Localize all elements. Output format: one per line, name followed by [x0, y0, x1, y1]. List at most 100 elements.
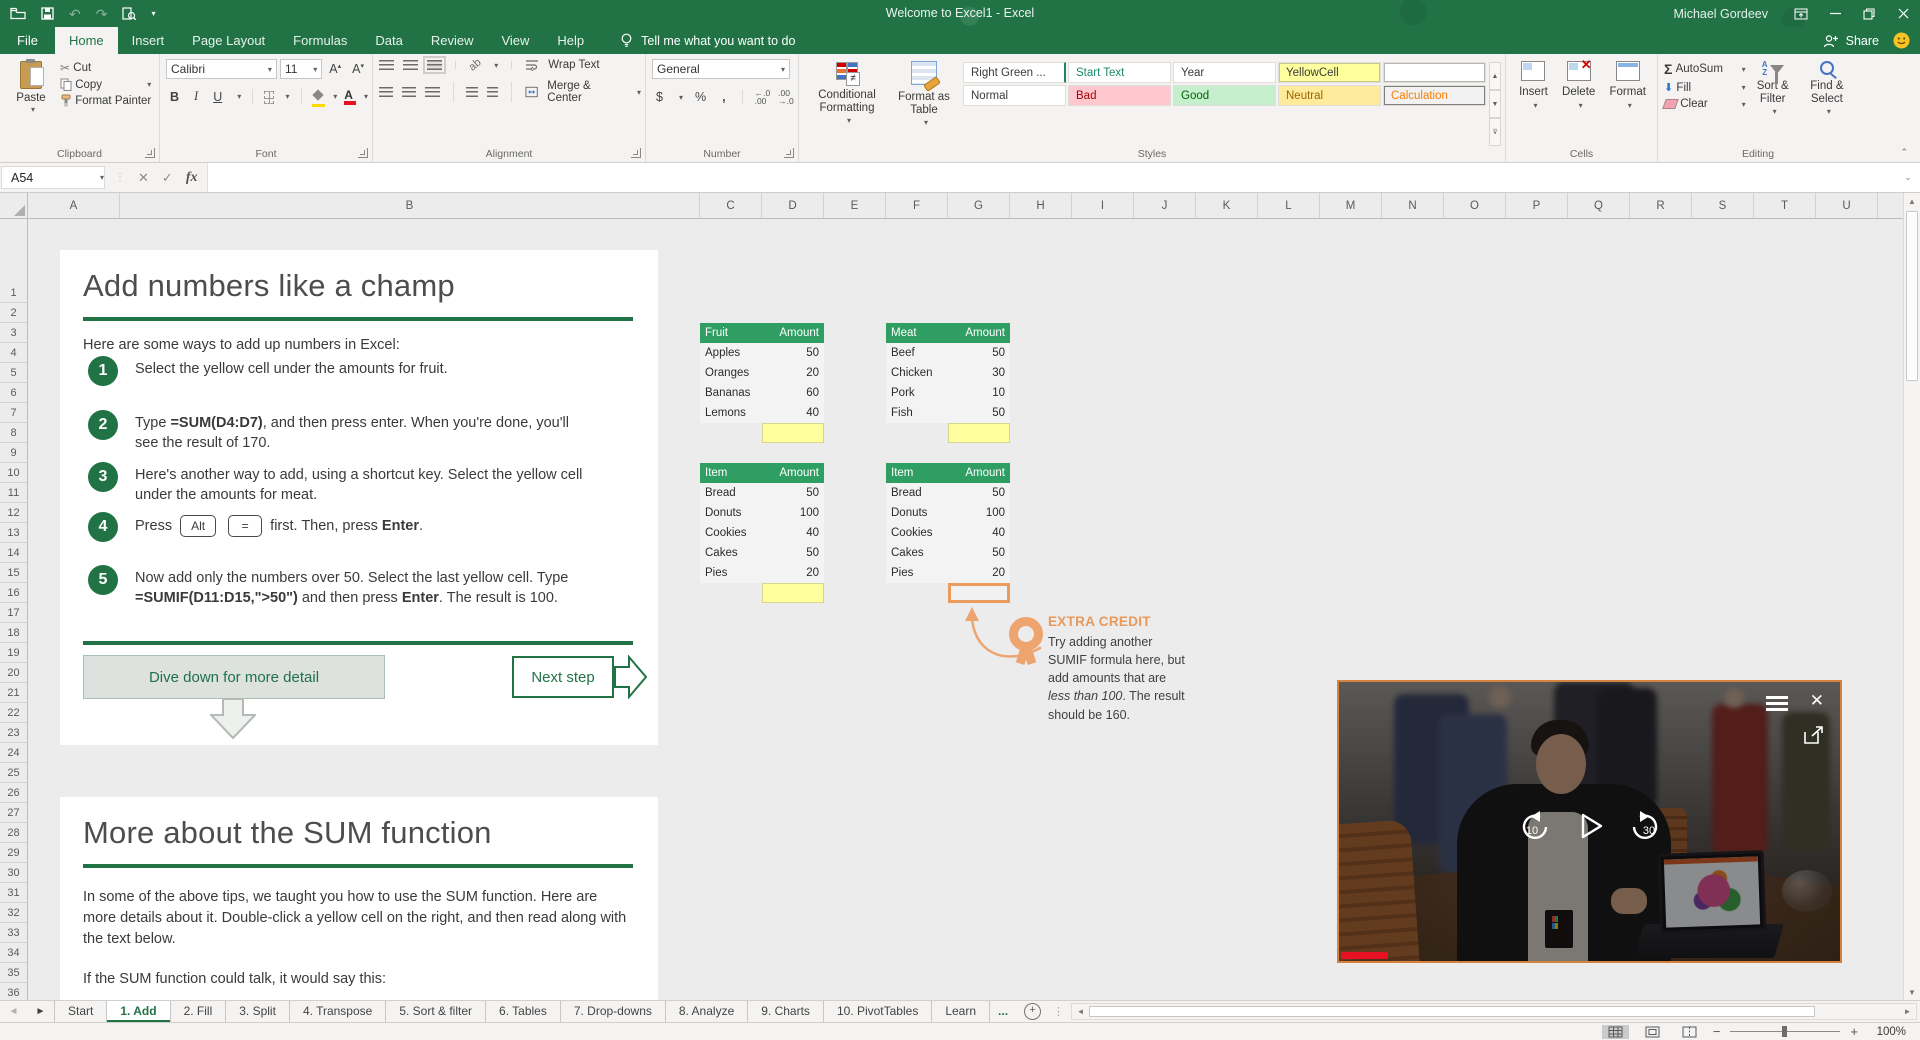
- gallery-scroll-up-icon[interactable]: ▲: [1489, 62, 1501, 90]
- merge-center-button[interactable]: Merge & Center: [547, 80, 624, 104]
- column-header-Q[interactable]: Q: [1568, 193, 1630, 218]
- column-header-G[interactable]: G: [948, 193, 1010, 218]
- grow-font-button[interactable]: A▴: [325, 60, 345, 78]
- row-header-21[interactable]: 21: [0, 683, 27, 703]
- style-cell-normal[interactable]: Normal: [963, 85, 1066, 106]
- column-header-T[interactable]: T: [1754, 193, 1816, 218]
- ribbon-display-options-icon[interactable]: [1784, 0, 1818, 27]
- row-header-34[interactable]: 34: [0, 943, 27, 963]
- row-header-12[interactable]: 12: [0, 503, 27, 523]
- row-header-23[interactable]: 23: [0, 723, 27, 743]
- row-header-14[interactable]: 14: [0, 543, 27, 563]
- font-color-button[interactable]: A: [344, 89, 356, 105]
- style-cell-yellowcell[interactable]: YellowCell: [1278, 62, 1381, 83]
- increase-decimal-button[interactable]: ←.0.00: [755, 88, 771, 106]
- zoom-slider[interactable]: [1730, 1026, 1841, 1037]
- row-header-33[interactable]: 33: [0, 923, 27, 943]
- style-cell-good[interactable]: Good: [1173, 85, 1276, 106]
- row-header-5[interactable]: 5: [0, 363, 27, 383]
- format-painter-button[interactable]: Format Painter: [60, 94, 151, 107]
- print-preview-icon[interactable]: [122, 6, 137, 21]
- zoom-level[interactable]: 100%: [1868, 1026, 1906, 1038]
- video-player[interactable]: ✕ 10 30: [1337, 680, 1842, 963]
- items2-row[interactable]: Cookies 40: [886, 523, 1010, 543]
- video-menu-icon[interactable]: [1766, 696, 1788, 711]
- align-bottom-icon[interactable]: [423, 56, 446, 74]
- row-header-1[interactable]: 1: [0, 219, 27, 303]
- borders-button[interactable]: [264, 91, 275, 104]
- sheet-nav-prev-icon[interactable]: ◄: [0, 1001, 27, 1022]
- sheet-tab-6-tables[interactable]: 6. Tables: [486, 1001, 561, 1022]
- sort-filter-button[interactable]: AZ Sort & Filter ▾: [1746, 59, 1800, 119]
- row-header-6[interactable]: 6: [0, 383, 27, 403]
- row-header-31[interactable]: 31: [0, 883, 27, 903]
- row-header-4[interactable]: 4: [0, 343, 27, 363]
- ribbon-tab-home[interactable]: Home: [54, 27, 118, 54]
- skip-forward-30-icon[interactable]: 30: [1630, 810, 1666, 842]
- scroll-right-icon[interactable]: ►: [1899, 1007, 1916, 1016]
- number-format-select[interactable]: General ▾: [652, 59, 790, 79]
- items1-row[interactable]: Cookies 40: [700, 523, 824, 543]
- alignment-dialog-launcher[interactable]: [631, 148, 641, 158]
- share-button[interactable]: Share: [1823, 34, 1879, 48]
- page-layout-view-button[interactable]: [1639, 1025, 1666, 1039]
- style-cell-start-text[interactable]: Start Text: [1068, 62, 1171, 83]
- fruit-row[interactable]: Lemons 40: [700, 403, 824, 423]
- scroll-up-icon[interactable]: ▲: [1904, 193, 1920, 209]
- items1-row[interactable]: Pies 20: [700, 563, 824, 583]
- row-header-10[interactable]: 10: [0, 463, 27, 483]
- autosum-button[interactable]: Σ AutoSum ▾: [1664, 61, 1746, 77]
- sheet-tab-10-pivottables[interactable]: 10. PivotTables: [824, 1001, 933, 1022]
- ribbon-tab-file[interactable]: File: [0, 27, 55, 54]
- scroll-left-icon[interactable]: ◄: [1072, 1007, 1089, 1016]
- items2-row[interactable]: Cakes 50: [886, 543, 1010, 563]
- row-header-9[interactable]: 9: [0, 443, 27, 463]
- meat-row[interactable]: Ch­icken 30: [886, 363, 1010, 383]
- fruit-sum-cell[interactable]: [762, 423, 824, 443]
- ribbon-tab-view[interactable]: View: [487, 27, 543, 54]
- row-header-19[interactable]: 19: [0, 643, 27, 663]
- collapse-ribbon-icon[interactable]: ⌃: [1900, 147, 1908, 158]
- video-popout-icon[interactable]: [1804, 726, 1824, 744]
- column-header-B[interactable]: B: [120, 193, 700, 218]
- column-header-D[interactable]: D: [762, 193, 824, 218]
- row-header-32[interactable]: 32: [0, 903, 27, 923]
- close-button[interactable]: [1886, 0, 1920, 27]
- sheet-tab-5-sort-filter[interactable]: 5. Sort & filter: [386, 1001, 487, 1022]
- format-as-table-button[interactable]: Format as Table ▾: [889, 59, 959, 146]
- column-header-J[interactable]: J: [1134, 193, 1196, 218]
- copy-button[interactable]: Copy ▾: [60, 78, 151, 91]
- items2-row[interactable]: Donuts 100: [886, 503, 1010, 523]
- font-size-select[interactable]: 11 ▾: [279, 59, 323, 79]
- style-cell-bad[interactable]: Bad: [1068, 85, 1171, 106]
- row-header-2[interactable]: 2: [0, 303, 27, 323]
- zoom-in-button[interactable]: +: [1850, 1024, 1858, 1039]
- items1-row[interactable]: Donuts 100: [700, 503, 824, 523]
- formula-input[interactable]: [207, 163, 1896, 192]
- sheet-tab-3-split[interactable]: 3. Split: [226, 1001, 290, 1022]
- gallery-scroll-down-icon[interactable]: ▼: [1489, 90, 1501, 118]
- bold-button[interactable]: B: [166, 88, 183, 106]
- row-header-26[interactable]: 26: [0, 783, 27, 803]
- page-break-view-button[interactable]: [1676, 1025, 1703, 1039]
- cells-area[interactable]: Add numbers like a champ Here are some w…: [28, 219, 1903, 1000]
- find-select-button[interactable]: Find & Select ▾: [1800, 59, 1854, 119]
- feedback-smiley-icon[interactable]: [1893, 32, 1910, 49]
- row-header-29[interactable]: 29: [0, 843, 27, 863]
- row-header-8[interactable]: 8: [0, 423, 27, 443]
- font-dialog-launcher[interactable]: [358, 148, 368, 158]
- row-header-30[interactable]: 30: [0, 863, 27, 883]
- clipboard-dialog-launcher[interactable]: [145, 148, 155, 158]
- sheet-tab-1-add[interactable]: 1. Add: [107, 1001, 171, 1022]
- ribbon-tab-formulas[interactable]: Formulas: [279, 27, 361, 54]
- ribbon-tab-page-layout[interactable]: Page Layout: [178, 27, 279, 54]
- zoom-slider-thumb[interactable]: [1782, 1026, 1788, 1037]
- insert-cells-button[interactable]: Insert ▾: [1516, 59, 1551, 112]
- vertical-scroll-thumb[interactable]: [1906, 211, 1918, 381]
- fruit-row[interactable]: Oranges 20: [700, 363, 824, 383]
- fruit-row[interactable]: Bananas 60: [700, 383, 824, 403]
- column-header-U[interactable]: U: [1816, 193, 1878, 218]
- conditional-formatting-button[interactable]: ≠ Conditional Formatting ▾: [805, 59, 889, 146]
- style-cell-calculation[interactable]: Calculation: [1383, 85, 1486, 106]
- align-top-icon[interactable]: [379, 60, 394, 70]
